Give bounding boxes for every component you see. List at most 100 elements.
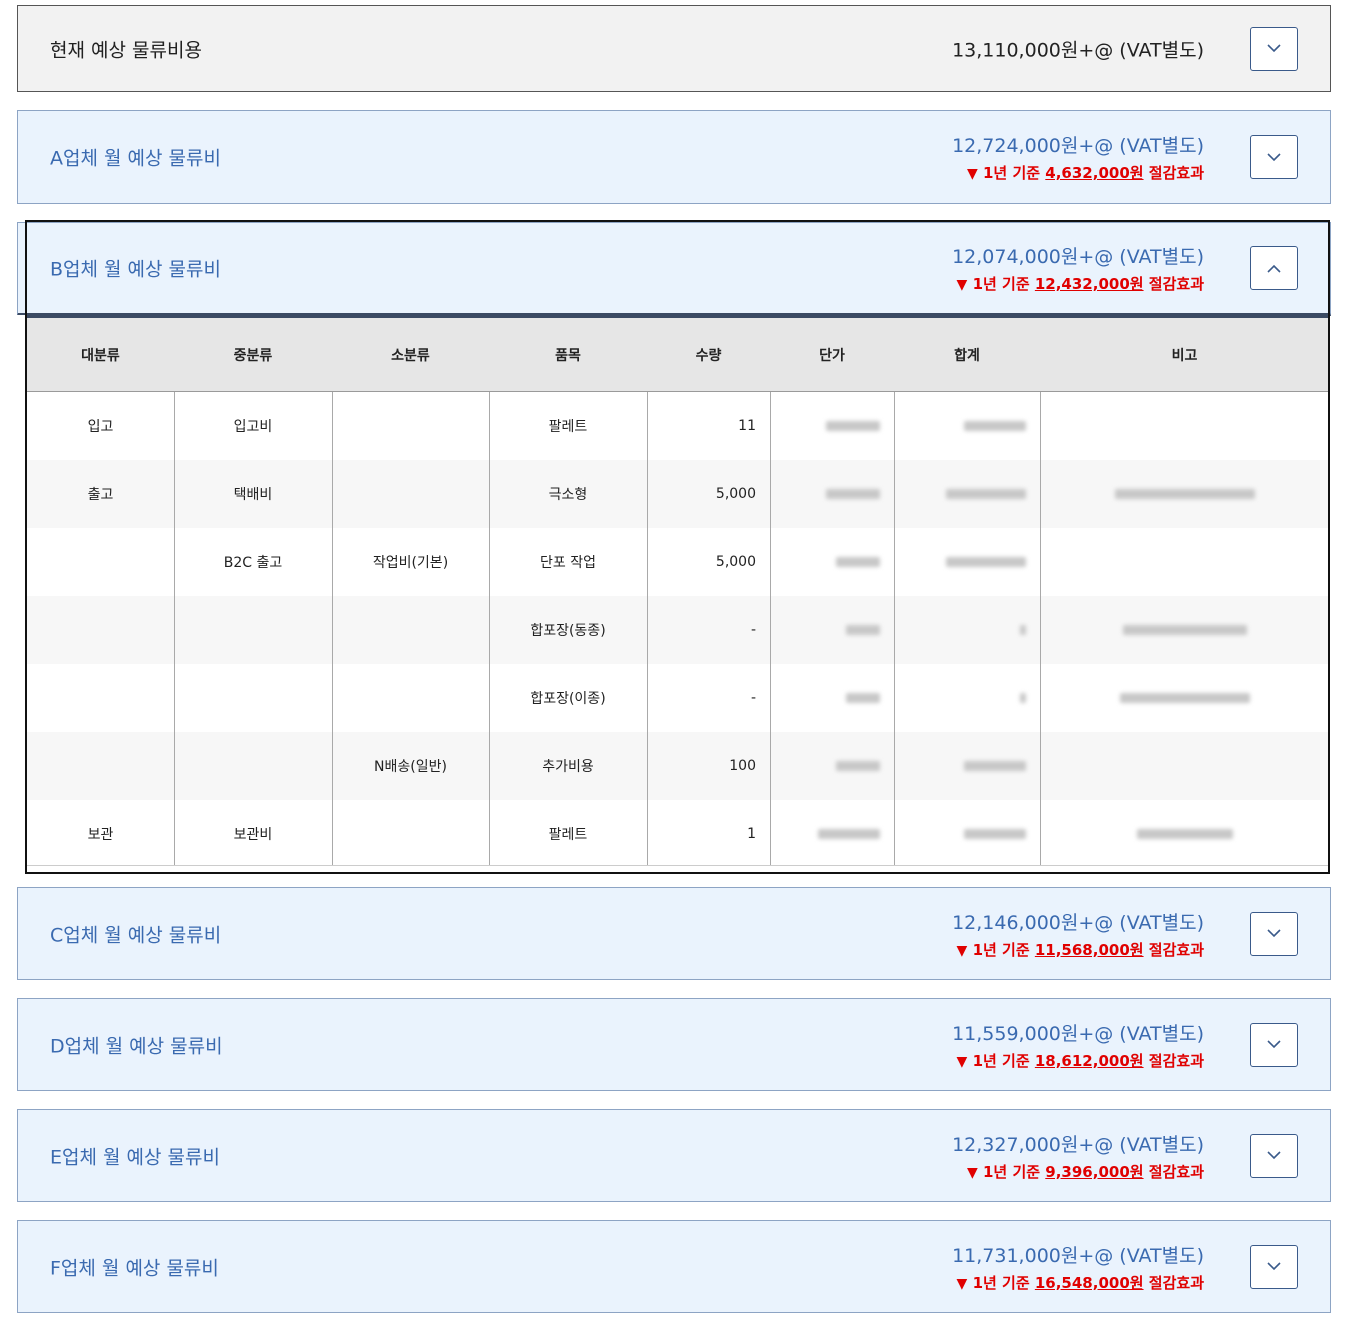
- cell-sub: [332, 596, 489, 664]
- cell-major: 입고: [87, 419, 114, 435]
- vendor-f-summary: 11,731,000원+@ (VAT별도) ▼ 1년 기준 16,548,000…: [952, 1241, 1204, 1293]
- vendor-e-title: E업체 월 예상 물류비: [50, 1146, 220, 1168]
- saving-prefix: 1년 기준: [972, 1051, 1030, 1070]
- table-header: 대분류 중분류 소분류 품목 수량 단가 합계 비고: [27, 315, 1329, 392]
- saving-amount: 9,396,000원: [1045, 1162, 1144, 1181]
- current-cost-panel: 현재 예상 물류비용 13,110,000원+@ (VAT별도): [17, 5, 1331, 92]
- vendor-a-summary: 12,724,000원+@ (VAT별도) ▼ 1년 기준 4,632,000원…: [952, 131, 1204, 183]
- cell-total-redacted: [894, 664, 1040, 732]
- saving-suffix: 절감효과: [1148, 1273, 1204, 1292]
- vendor-panel-a: A업체 월 예상 물류비 12,724,000원+@ (VAT별도) ▼ 1년 …: [17, 110, 1331, 204]
- table-row: 보관 보관비 팔레트 1: [27, 800, 1329, 868]
- triangle-down-icon: ▼: [956, 942, 968, 959]
- vendor-e-toggle-button[interactable]: [1250, 1133, 1298, 1178]
- vendor-c-price: 12,146,000원+@ (VAT별도): [952, 911, 1204, 934]
- cell-total-redacted: [894, 460, 1040, 528]
- saving-suffix: 절감효과: [1148, 940, 1204, 959]
- vendor-d-title: D업체 월 예상 물류비: [50, 1035, 223, 1057]
- saving-prefix: 1년 기준: [972, 940, 1030, 959]
- saving-amount: 18,612,000원: [1034, 1051, 1144, 1070]
- cell-sub: N배송(일반): [374, 759, 447, 775]
- table-row: B2C 출고 작업비(기본) 단포 작업 5,000: [27, 528, 1329, 596]
- cell-total-redacted: [894, 392, 1040, 460]
- saving-suffix: 절감효과: [1148, 164, 1204, 182]
- cell-item: 팔레트: [548, 419, 588, 435]
- vendor-d-toggle-button[interactable]: [1250, 1022, 1298, 1067]
- cell-quantity: -: [750, 690, 756, 706]
- saving-suffix: 절감효과: [1148, 1162, 1204, 1181]
- cell-mid: 택배비: [233, 487, 273, 503]
- vendor-a-toggle-button[interactable]: [1250, 135, 1298, 179]
- vendor-d-price: 11,559,000원+@ (VAT별도): [952, 1022, 1204, 1045]
- current-cost-toggle-button[interactable]: [1250, 26, 1298, 71]
- cell-unit-price-redacted: [770, 596, 894, 664]
- vendor-panel-b: B업체 월 예상 물류비 12,074,000원+@ (VAT별도) ▼ 1년 …: [17, 222, 1331, 316]
- current-cost-title: 현재 예상 물류비용: [50, 39, 202, 61]
- chevron-down-icon: [1267, 929, 1281, 938]
- column-divider: [647, 392, 648, 866]
- cell-sub: [332, 392, 489, 460]
- table-row: 입고 입고비 팔레트 11: [27, 392, 1329, 460]
- cell-total-redacted: [894, 800, 1040, 868]
- cell-unit-price-redacted: [770, 392, 894, 460]
- chevron-down-icon: [1267, 152, 1281, 161]
- table-row: 출고 택배비 극소형 5,000: [27, 460, 1329, 528]
- triangle-down-icon: ▼: [966, 1164, 978, 1181]
- current-cost-price: 13,110,000원+@ (VAT별도): [952, 39, 1204, 61]
- table-row: 합포장(동종) -: [27, 596, 1329, 664]
- vendor-b-title: B업체 월 예상 물류비: [50, 258, 221, 281]
- cell-quantity: -: [750, 622, 756, 638]
- cell-sub: [332, 664, 489, 732]
- vendor-f-price: 11,731,000원+@ (VAT별도): [952, 1244, 1204, 1267]
- column-divider: [1040, 392, 1041, 866]
- vendor-b-toggle-button[interactable]: [1250, 246, 1298, 290]
- cell-note-redacted: [1040, 664, 1329, 732]
- cell-sub: 작업비(기본): [372, 555, 449, 571]
- vendor-c-summary: 12,146,000원+@ (VAT별도) ▼ 1년 기준 11,568,000…: [952, 908, 1204, 960]
- cell-major: [27, 664, 174, 732]
- vendor-d-saving: ▼ 1년 기준 18,612,000원 절감효과: [952, 1050, 1204, 1071]
- cell-mid: 입고비: [233, 419, 273, 435]
- vendor-c-toggle-button[interactable]: [1250, 911, 1298, 956]
- vendor-e-summary: 12,327,000원+@ (VAT별도) ▼ 1년 기준 9,396,000원…: [952, 1130, 1204, 1182]
- saving-prefix: 1년 기준: [983, 164, 1041, 182]
- chevron-up-icon: [1267, 264, 1281, 273]
- cell-major: 보관: [87, 827, 114, 843]
- saving-prefix: 1년 기준: [972, 1273, 1030, 1292]
- vendor-panel-f: F업체 월 예상 물류비 11,731,000원+@ (VAT별도) ▼ 1년 …: [17, 1220, 1331, 1313]
- table-bottom-border: [27, 865, 1329, 866]
- header-note: 비고: [1171, 348, 1198, 364]
- vendor-b-price: 12,074,000원+@ (VAT별도): [952, 246, 1204, 268]
- cell-mid: 보관비: [233, 827, 273, 843]
- vendor-a-price: 12,724,000원+@ (VAT별도): [952, 135, 1204, 157]
- vendor-f-saving: ▼ 1년 기준 16,548,000원 절감효과: [952, 1272, 1204, 1293]
- cell-unit-price-redacted: [770, 664, 894, 732]
- vendor-b-summary: 12,074,000원+@ (VAT별도) ▼ 1년 기준 12,432,000…: [952, 242, 1204, 294]
- vendor-a-title: A업체 월 예상 물류비: [50, 147, 221, 170]
- cell-mid: B2C 출고: [223, 555, 283, 571]
- table-row: 합포장(이종) -: [27, 664, 1329, 732]
- vendor-e-price: 12,327,000원+@ (VAT별도): [952, 1133, 1204, 1156]
- cell-mid: [174, 664, 332, 732]
- saving-prefix: 1년 기준: [983, 1162, 1041, 1181]
- vendor-panel-c: C업체 월 예상 물류비 12,146,000원+@ (VAT별도) ▼ 1년 …: [17, 887, 1331, 980]
- chevron-down-icon: [1267, 1040, 1281, 1049]
- cell-major: 출고: [87, 487, 114, 503]
- chevron-down-icon: [1267, 1262, 1281, 1271]
- triangle-down-icon: ▼: [966, 166, 978, 182]
- vendor-c-saving: ▼ 1년 기준 11,568,000원 절감효과: [952, 939, 1204, 960]
- vendor-e-saving: ▼ 1년 기준 9,396,000원 절감효과: [952, 1161, 1204, 1182]
- column-divider: [770, 392, 771, 866]
- cell-item: 추가비용: [542, 759, 594, 775]
- header-quantity: 수량: [695, 348, 722, 364]
- cell-quantity: 11: [738, 418, 756, 434]
- vendor-d-summary: 11,559,000원+@ (VAT별도) ▼ 1년 기준 18,612,000…: [952, 1019, 1204, 1071]
- cell-unit-price-redacted: [770, 460, 894, 528]
- cell-item: 극소형: [548, 487, 588, 503]
- cell-quantity: 100: [729, 758, 756, 774]
- cell-unit-price-redacted: [770, 528, 894, 596]
- cell-major: [27, 732, 174, 800]
- vendor-f-toggle-button[interactable]: [1250, 1244, 1298, 1289]
- cell-item: 단포 작업: [540, 555, 596, 571]
- cell-mid: [174, 732, 332, 800]
